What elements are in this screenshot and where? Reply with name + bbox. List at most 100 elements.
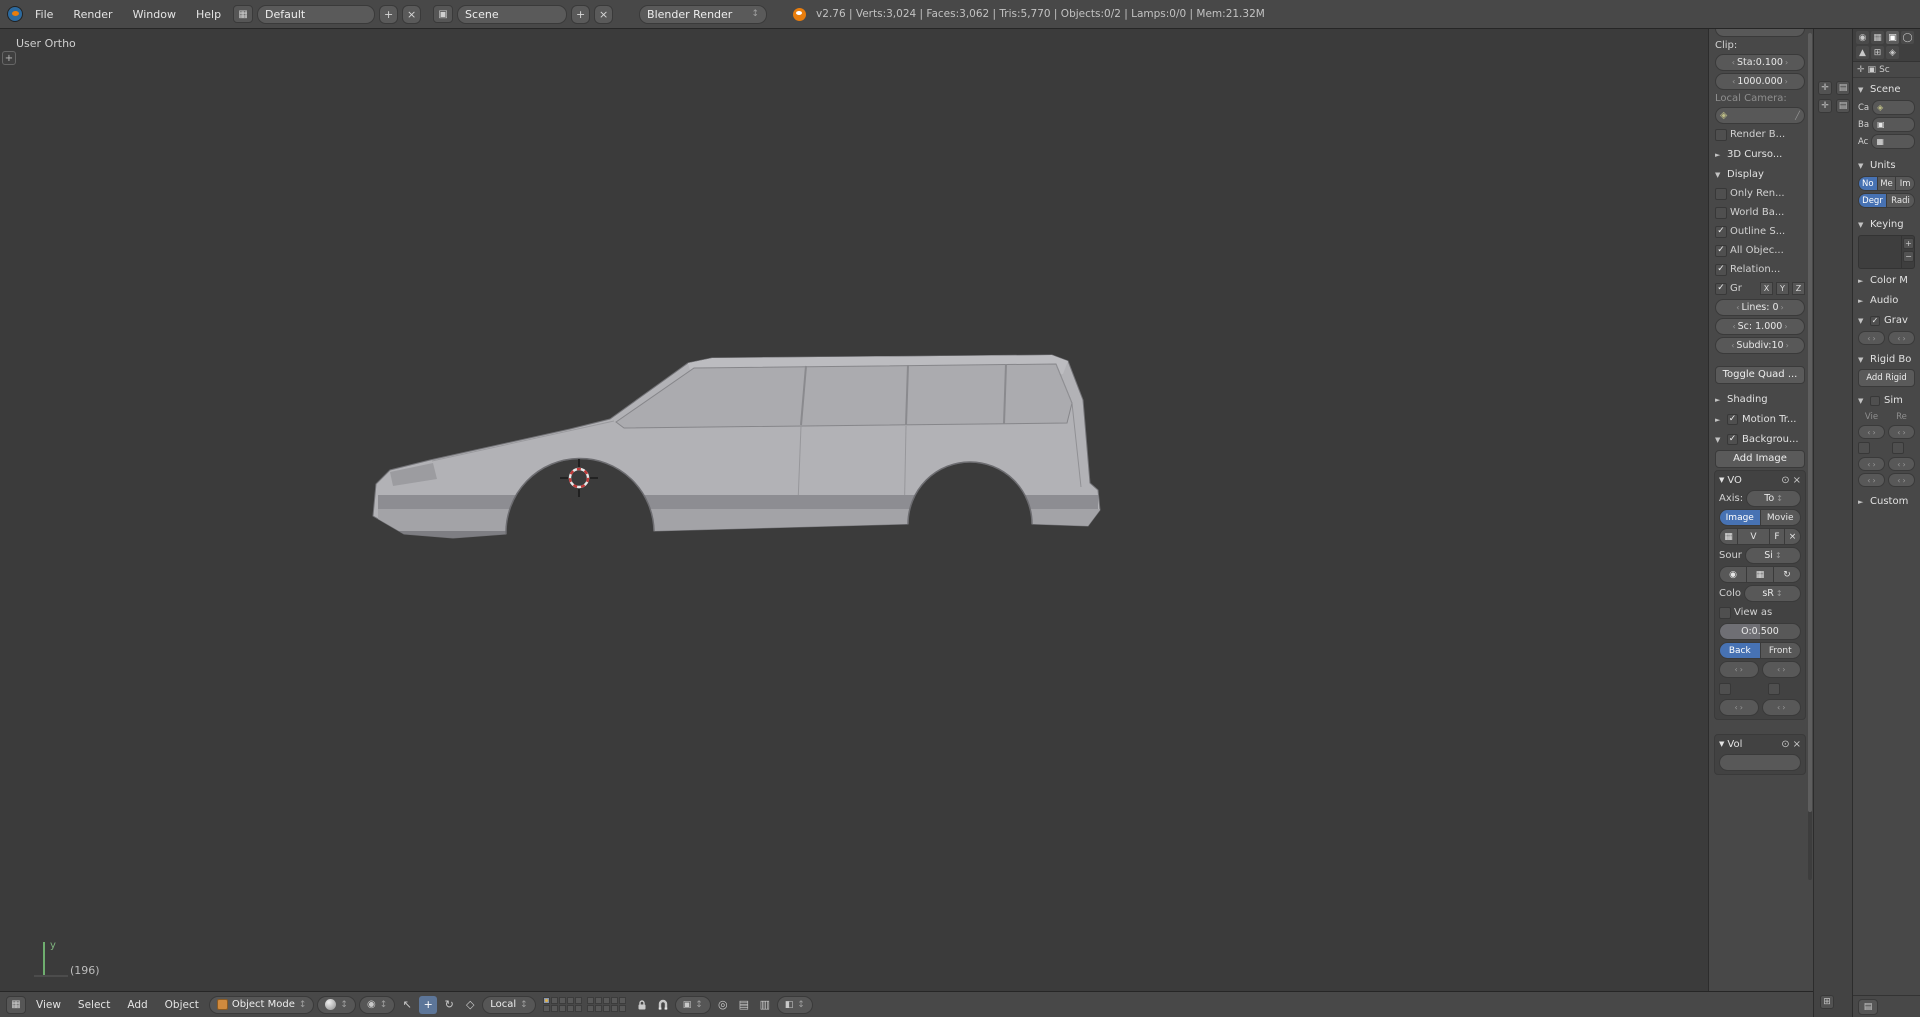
value-field[interactable]: ‹ › — [1858, 425, 1885, 439]
render-opengl-icon[interactable]: ▤ — [735, 996, 753, 1014]
eyedropper-icon[interactable]: ╱ — [1795, 111, 1800, 120]
proportional-edit-icon[interactable]: ◎ — [714, 996, 732, 1014]
viewport-3d[interactable]: User Ortho + y (196) — [0, 29, 1708, 991]
grid-floor-checkbox[interactable]: ✓ Gr X Y Z — [1715, 280, 1805, 297]
translate-manipulator-button[interactable]: + — [419, 995, 438, 1014]
background-set-field[interactable]: ▣ — [1872, 117, 1915, 132]
panel-icon[interactable]: ▤ — [1836, 99, 1850, 113]
tab-render-icon[interactable]: ◉ — [1856, 31, 1869, 44]
clipped-row[interactable] — [1719, 754, 1801, 771]
pivot-point-dropdown[interactable]: ◉ ↕ — [358, 995, 396, 1014]
movie-toggle[interactable]: Movie — [1760, 510, 1800, 525]
editor-type-icon[interactable] — [7, 6, 23, 22]
tab-render-layers-icon[interactable]: ▦ — [1871, 31, 1884, 44]
menu-window[interactable]: Window — [125, 4, 184, 25]
grid-scale-field[interactable]: ‹ Sc: 1.000 › — [1715, 318, 1805, 335]
panel-keying-sets[interactable]: ▼ Keying — [1858, 216, 1915, 233]
panel-rigid-body[interactable]: ▼ Rigid Bo — [1858, 351, 1915, 368]
layer-button[interactable] — [618, 1005, 626, 1012]
layer-button[interactable] — [558, 997, 566, 1004]
tab-object-icon[interactable]: ▲ — [1856, 46, 1869, 59]
value-field[interactable]: ‹ › — [1888, 457, 1915, 471]
npanel-scrollbar[interactable] — [1808, 33, 1812, 880]
layer-button[interactable] — [542, 997, 550, 1004]
value-field[interactable]: ‹ › — [1888, 473, 1915, 487]
unit-none-button[interactable]: No — [1859, 177, 1878, 190]
active-clip-field[interactable]: ▦ — [1871, 134, 1915, 149]
eye-icon[interactable]: ⊙ — [1781, 739, 1789, 750]
add-image-button[interactable]: Add Image — [1715, 449, 1805, 468]
layer-button[interactable] — [566, 1005, 574, 1012]
screen-layout-field[interactable]: Default — [257, 4, 376, 24]
expanded-arrow-icon[interactable]: ▼ — [1719, 476, 1724, 484]
menu-add[interactable]: Add — [120, 995, 154, 1015]
all-origins-checkbox[interactable]: ✓ All Objec... — [1715, 242, 1805, 259]
extra-dropdown[interactable]: ◧ ↕ — [776, 995, 813, 1014]
colorspace-dropdown[interactable]: sR ↕ — [1744, 585, 1801, 602]
relationship-lines-checkbox[interactable]: ✓ Relation... — [1715, 261, 1805, 278]
add-scene-button[interactable]: + — [571, 4, 591, 24]
local-camera-dropdown[interactable]: ◈ ╱ — [1715, 107, 1805, 124]
panel-3d-cursor[interactable]: ► 3D Curso... — [1715, 146, 1805, 163]
tab-constraints-icon[interactable]: ⊞ — [1871, 46, 1884, 59]
image-preview-icon[interactable]: ◉ — [1720, 567, 1747, 582]
panel-scene[interactable]: ▼ Scene — [1858, 81, 1915, 98]
menu-object[interactable]: Object — [158, 995, 206, 1015]
image-toggle[interactable]: Image — [1720, 510, 1761, 525]
toggle-quad-button[interactable]: Toggle Quad ... — [1715, 365, 1805, 384]
panel-simplify[interactable]: ▼ Sim — [1858, 392, 1915, 409]
grid-x-toggle[interactable]: X — [1760, 282, 1773, 295]
flip-vertical-checkbox[interactable] — [1767, 682, 1780, 695]
remove-keying-set-button[interactable]: − — [1903, 251, 1914, 262]
menu-select[interactable]: Select — [71, 995, 117, 1015]
world-background-checkbox[interactable]: World Ba... — [1715, 204, 1805, 221]
layer-button[interactable] — [586, 997, 594, 1004]
add-layout-button[interactable]: + — [379, 4, 399, 24]
opacity-slider[interactable]: O:0.500 — [1719, 623, 1801, 640]
back-toggle[interactable]: Back — [1720, 643, 1761, 658]
unit-imperial-button[interactable]: Im — [1896, 177, 1914, 190]
axis-dropdown[interactable]: To ↕ — [1746, 490, 1801, 507]
layer-button[interactable] — [594, 1005, 602, 1012]
add-rigid-body-button[interactable]: Add Rigid — [1858, 369, 1915, 387]
layer-button[interactable] — [558, 1005, 566, 1012]
scene-field[interactable]: Scene — [457, 4, 568, 24]
transform-orientation-dropdown[interactable]: Local ↕ — [482, 995, 536, 1014]
front-toggle[interactable]: Front — [1760, 643, 1800, 658]
scale-manipulator-button[interactable]: ◇ — [461, 996, 479, 1014]
image-browse-icon[interactable]: ▦ — [1720, 529, 1738, 544]
grid-y-toggle[interactable]: Y — [1776, 282, 1789, 295]
tab-physics-icon[interactable]: ◈ — [1886, 46, 1899, 59]
menu-help[interactable]: Help — [188, 4, 229, 25]
only-render-checkbox[interactable]: Only Ren... — [1715, 185, 1805, 202]
view-as-checkbox[interactable]: View as — [1719, 604, 1801, 621]
render-border-checkbox[interactable]: Render B... — [1715, 126, 1805, 143]
filepath-icon[interactable]: ▦ — [1747, 567, 1774, 582]
snap-magnet-icon[interactable] — [654, 996, 672, 1014]
panel-motion-tracking[interactable]: ► ✓ Motion Tr... — [1715, 411, 1805, 428]
value-field[interactable]: ‹ › — [1761, 699, 1801, 716]
panel-units[interactable]: ▼ Units — [1858, 157, 1915, 174]
radians-button[interactable]: Radi — [1887, 194, 1914, 207]
value-field[interactable]: ‹ › — [1888, 331, 1915, 345]
value-field[interactable]: ‹ › — [1719, 661, 1759, 678]
value-field[interactable]: ‹ › — [1858, 473, 1885, 487]
add-keying-set-button[interactable]: + — [1903, 238, 1914, 249]
panel-background-images[interactable]: ▼ ✓ Backgrou... — [1715, 431, 1805, 448]
value-field[interactable]: ‹ › — [1888, 425, 1915, 439]
panel-audio[interactable]: ► Audio — [1858, 292, 1915, 309]
reload-icon[interactable]: ↻ — [1774, 567, 1800, 582]
panel-display[interactable]: ▼ Display — [1715, 166, 1805, 183]
close-icon[interactable]: × — [1793, 475, 1801, 486]
layer-button[interactable] — [550, 997, 558, 1004]
keying-sets-list[interactable]: + − — [1858, 235, 1915, 269]
tab-world-icon[interactable]: ◯ — [1901, 31, 1914, 44]
viewport-shading-dropdown[interactable]: ↕ — [317, 995, 356, 1014]
mode-dropdown[interactable]: Object Mode ↕ — [208, 995, 315, 1014]
image-name-field[interactable]: V — [1738, 529, 1770, 544]
clip-start-field[interactable]: ‹ Sta:0.100 › — [1715, 54, 1805, 71]
value-field[interactable]: ‹ › — [1858, 331, 1885, 345]
value-field[interactable]: ‹ › — [1761, 661, 1801, 678]
flip-horizontal-checkbox[interactable] — [1719, 682, 1731, 695]
layer-button[interactable] — [618, 997, 626, 1004]
